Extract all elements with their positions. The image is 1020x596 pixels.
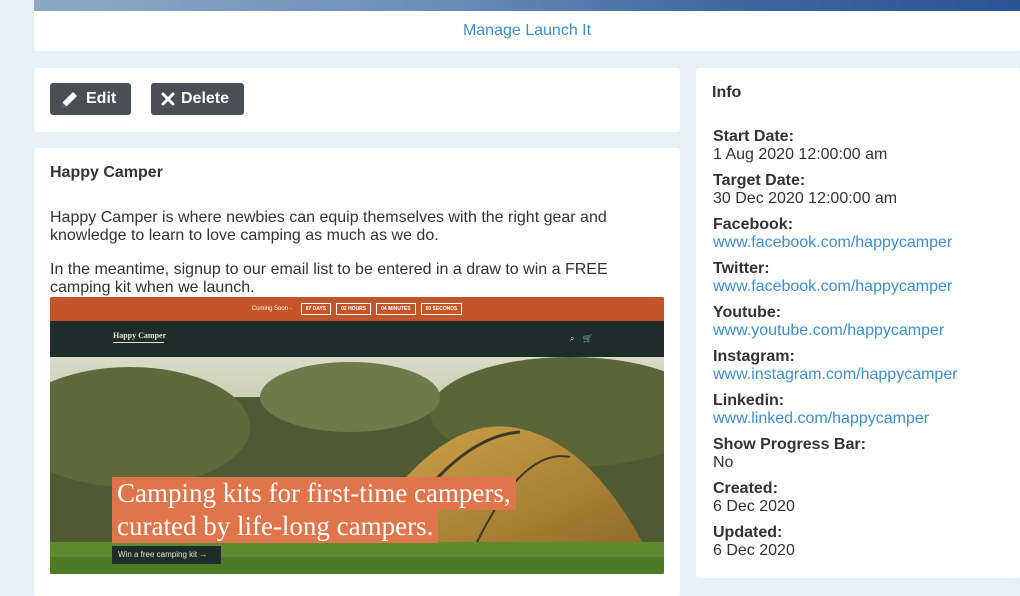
preview-coming-soon: Coming Soon - xyxy=(251,306,292,312)
linkedin-link[interactable]: www.linked.com/happycamper xyxy=(713,410,929,427)
preview-cta: Win a free camping kit → xyxy=(112,546,221,564)
info-label: Start Date: xyxy=(713,128,794,145)
delete-button[interactable]: Delete xyxy=(151,83,244,115)
youtube-link[interactable]: www.youtube.com/happycamper xyxy=(713,322,944,339)
edit-label: Edit xyxy=(86,90,117,107)
twitter-link[interactable]: www.facebook.com/happycamper xyxy=(713,278,952,295)
info-label: Created: xyxy=(713,480,778,497)
preview-headline-line-2: curated by life-long campers. xyxy=(112,510,439,543)
campaign-description-signup: In the meantime, signup to our email lis… xyxy=(50,261,608,296)
preview-countdown-days: 87 DAYS xyxy=(300,303,332,315)
info-label: Facebook: xyxy=(713,216,794,233)
pencil-icon xyxy=(60,89,80,109)
instagram-link[interactable]: www.instagram.com/happycamper xyxy=(713,366,958,383)
info-item-youtube: Youtube: www.youtube.com/happycamper xyxy=(713,304,1013,340)
delete-label: Delete xyxy=(181,90,230,107)
info-item-twitter: Twitter: www.facebook.com/happycamper xyxy=(713,260,1013,296)
info-item-instagram: Instagram: www.instagram.com/happycamper xyxy=(713,348,1013,384)
campaign-description: Happy Camper is where newbies can equip … xyxy=(50,209,607,244)
manage-bar: Manage Launch It xyxy=(34,11,1020,51)
info-value: 1 Aug 2020 12:00:00 am xyxy=(713,146,888,163)
preview-brand-underline xyxy=(113,342,164,343)
info-label: Youtube: xyxy=(713,304,782,321)
info-list: Start Date: 1 Aug 2020 12:00:00 am Targe… xyxy=(713,128,1013,568)
info-label: Updated: xyxy=(713,524,783,541)
info-item-start-date: Start Date: 1 Aug 2020 12:00:00 am xyxy=(713,128,1013,164)
launch-page-preview-image: Coming Soon - 87 DAYS 02 HOURS 04 MINUTE… xyxy=(50,297,664,574)
info-value: 30 Dec 2020 12:00:00 am xyxy=(713,190,898,207)
info-value: No xyxy=(713,454,734,471)
preview-search-cart-icons: ⌕🛒 xyxy=(570,334,601,343)
info-label: Show Progress Bar: xyxy=(713,436,866,453)
info-item-facebook: Facebook: www.facebook.com/happycamper xyxy=(713,216,1013,252)
preview-brand: Happy Camper xyxy=(113,331,167,340)
info-value: 6 Dec 2020 xyxy=(713,498,795,515)
info-label: Twitter: xyxy=(713,260,770,277)
actions-card: Edit Delete xyxy=(34,68,680,132)
info-value: 6 Dec 2020 xyxy=(713,542,795,559)
info-item-linkedin: Linkedin: www.linked.com/happycamper xyxy=(713,392,1013,428)
facebook-link[interactable]: www.facebook.com/happycamper xyxy=(713,234,952,251)
info-item-updated: Updated: 6 Dec 2020 xyxy=(713,524,1013,560)
preview-nav: Happy Camper ⌕🛒 xyxy=(50,321,664,357)
manage-launch-link[interactable]: Manage Launch It xyxy=(463,22,591,40)
info-item-show-progress-bar: Show Progress Bar: No xyxy=(713,436,1013,472)
info-item-target-date: Target Date: 30 Dec 2020 12:00:00 am xyxy=(713,172,1013,208)
info-title: Info xyxy=(712,84,742,101)
campaign-card: Happy Camper Happy Camper is where newbi… xyxy=(34,148,680,596)
preview-countdown-seconds: 50 SECONDS xyxy=(420,303,463,315)
info-card: Info Start Date: 1 Aug 2020 12:00:00 am … xyxy=(696,68,1020,578)
top-banner-image xyxy=(34,0,1020,11)
preview-headline: Camping kits for first-time campers, cur… xyxy=(112,477,592,543)
info-label: Instagram: xyxy=(713,348,795,365)
preview-countdown-bar: Coming Soon - 87 DAYS 02 HOURS 04 MINUTE… xyxy=(50,297,664,321)
edit-button[interactable]: Edit xyxy=(50,83,131,115)
campaign-title: Happy Camper xyxy=(50,164,163,181)
preview-headline-line-1: Camping kits for first-time campers, xyxy=(112,477,516,510)
preview-countdown-hours: 02 HOURS xyxy=(336,303,372,315)
info-label: Linkedin: xyxy=(713,392,785,409)
close-icon xyxy=(161,92,175,106)
info-label: Target Date: xyxy=(713,172,806,189)
preview-countdown-minutes: 04 MINUTES xyxy=(376,303,416,315)
info-item-created: Created: 6 Dec 2020 xyxy=(713,480,1013,516)
